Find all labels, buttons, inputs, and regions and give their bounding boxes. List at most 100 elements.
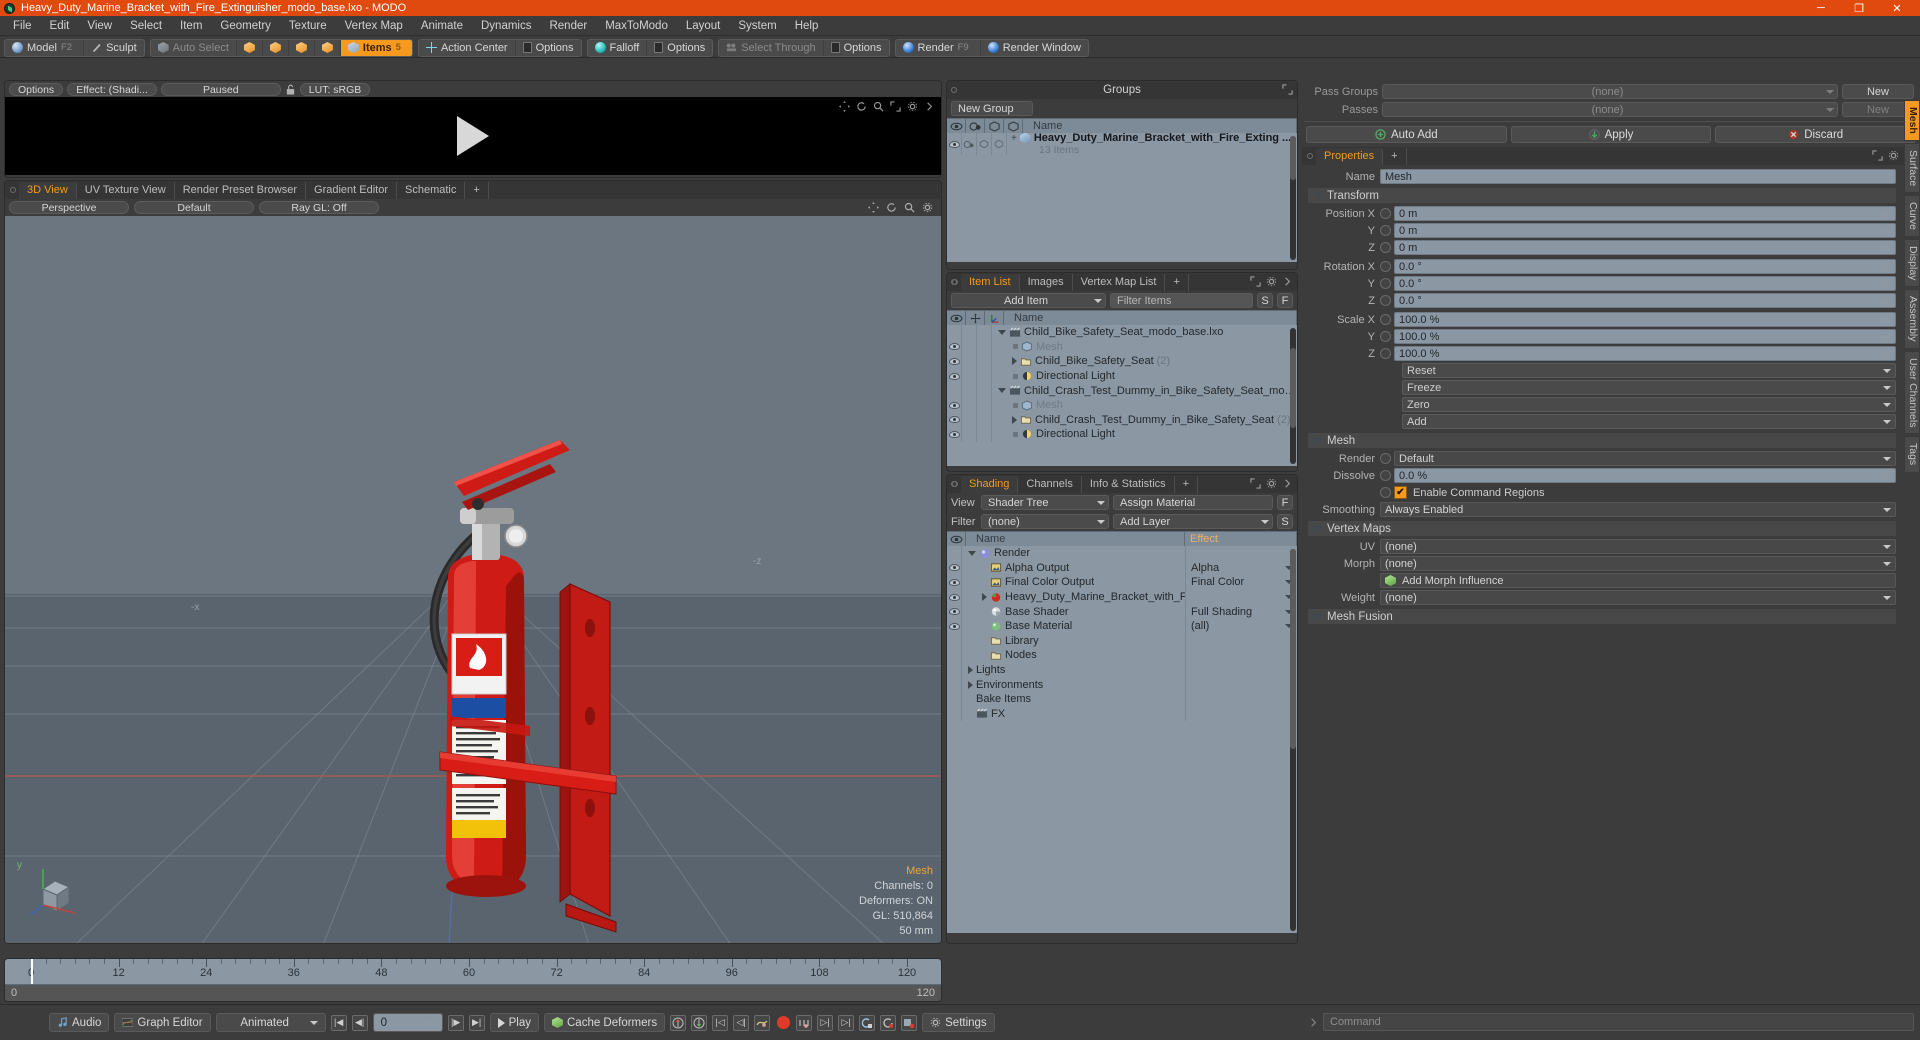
shading-row-effect[interactable]: Final Color	[1185, 575, 1297, 590]
shading-tree-row[interactable]: Render	[947, 546, 1297, 561]
shading-row-effect[interactable]: Alpha	[1185, 560, 1297, 576]
enable-command-regions-checkbox[interactable]: ✔	[1394, 486, 1407, 499]
tab-info-statistics[interactable]: Info & Statistics	[1082, 476, 1175, 493]
action-center-options-button[interactable]: Options	[516, 40, 581, 56]
item-transform-toggle[interactable]	[977, 354, 992, 369]
shading-visibility-toggle[interactable]	[947, 604, 962, 619]
tab-properties[interactable]: Properties	[1316, 148, 1384, 165]
chevron-right-icon[interactable]	[982, 593, 987, 602]
scale-x-knob[interactable]	[1380, 314, 1391, 325]
chevron-down-icon[interactable]	[968, 550, 976, 556]
menu-item-texture[interactable]: Texture	[280, 16, 336, 36]
menu-item-layout[interactable]: Layout	[677, 16, 730, 36]
shading-scrollbar[interactable]	[1290, 549, 1296, 931]
gear-icon[interactable]	[1266, 276, 1277, 287]
transform-action-add[interactable]: Add	[1402, 414, 1896, 429]
panel-menu-dot-icon[interactable]	[1307, 153, 1313, 159]
preview-play-icon[interactable]	[457, 116, 489, 156]
vertical-tab-surface[interactable]: Surface	[1904, 142, 1920, 194]
item-visibility-toggle[interactable]	[947, 339, 962, 355]
shading-tree-row[interactable]: Base Shader Full Shading	[947, 604, 1297, 619]
add-item-button[interactable]: Add Item	[951, 293, 1106, 308]
tab-schematic[interactable]: Schematic	[397, 182, 466, 199]
morph-select[interactable]: (none)	[1380, 556, 1896, 571]
mesh-section-header[interactable]: Mesh	[1308, 433, 1896, 448]
transform-action-freeze[interactable]: Freeze	[1402, 380, 1896, 395]
stepper-icon[interactable]: ◀▶	[1878, 260, 1892, 273]
menu-item-view[interactable]: View	[78, 16, 121, 36]
chevron-right-icon[interactable]	[968, 666, 973, 675]
apply-button[interactable]: Apply	[1510, 126, 1712, 143]
chevron-right-icon[interactable]	[924, 101, 935, 112]
group-row[interactable]: + Heavy_Duty_Marine_Bracket_with_Fire_Ex…	[947, 133, 1297, 156]
delete-key-button[interactable]	[901, 1014, 918, 1031]
item-visibility-toggle[interactable]	[947, 412, 962, 428]
preview-lut-button[interactable]: LUT: sRGB	[299, 82, 371, 96]
next-key-button[interactable]: |▶	[447, 1014, 464, 1031]
shading-tree-row[interactable]: FX	[947, 706, 1297, 722]
expand-panel-icon[interactable]	[1250, 478, 1261, 489]
timeline-ruler[interactable]: 01224364860728496108120	[5, 959, 941, 985]
viewport-axis-gizmo[interactable]	[29, 865, 81, 917]
prev-keyframe-2-button[interactable]: ◁|	[733, 1014, 750, 1031]
item-visibility-toggle[interactable]	[947, 397, 962, 413]
groups-list-body[interactable]: + Heavy_Duty_Marine_Bracket_with_Fire_Ex…	[947, 133, 1297, 262]
uv-select[interactable]: (none)	[1380, 539, 1896, 554]
mesh-fusion-section-header[interactable]: Mesh Fusion	[1308, 609, 1896, 624]
shading-tree-row[interactable]: Base Material (all)	[947, 618, 1297, 634]
group-expander[interactable]: +	[1011, 133, 1017, 144]
rotate-icon[interactable]	[856, 101, 867, 112]
vertical-tab-tags[interactable]: Tags	[1904, 436, 1920, 473]
render-window-button[interactable]: Render Window	[981, 40, 1088, 56]
menu-item-animate[interactable]: Animate	[412, 16, 472, 36]
chevron-right-icon[interactable]	[1282, 478, 1293, 489]
audio-button[interactable]: Audio	[49, 1013, 110, 1032]
group-row-render-toggle[interactable]	[977, 133, 992, 155]
expand-panel-icon[interactable]	[1250, 276, 1261, 287]
item-transform-toggle[interactable]	[977, 339, 992, 355]
preview-options-button[interactable]: Options	[9, 82, 64, 96]
menu-item-maxtomodo[interactable]: MaxToModo	[596, 16, 677, 36]
viewport-projection-button[interactable]: Perspective	[9, 201, 129, 214]
chevron-right-icon[interactable]	[1012, 415, 1017, 424]
enable-cmd-knob[interactable]	[1380, 487, 1391, 498]
chevron-down-icon[interactable]	[998, 388, 1006, 394]
item-lock-toggle[interactable]	[962, 383, 977, 398]
pass-groups-new-button[interactable]: New	[1842, 84, 1914, 99]
dissolve-field[interactable]: 0.0 % ◀▶	[1394, 468, 1896, 483]
settings-button[interactable]: Settings	[922, 1013, 995, 1032]
item-visibility-toggle[interactable]	[947, 325, 962, 340]
viewport-shading-style-button[interactable]: Default	[134, 201, 254, 214]
item-lock-toggle[interactable]	[962, 412, 977, 428]
item-list-body[interactable]: Child_Bike_Safety_Seat_modo_base.lxo Mesh…	[947, 325, 1297, 466]
shading-visibility-toggle[interactable]	[947, 546, 962, 561]
vertical-tab-assembly[interactable]: Assembly	[1904, 289, 1920, 349]
unlock-icon[interactable]	[285, 84, 296, 95]
item-list-row[interactable]: Mesh	[947, 397, 1297, 413]
shading-tree-row[interactable]: Bake Items	[947, 691, 1297, 707]
item-transform-toggle[interactable]	[977, 368, 992, 384]
panel-menu-dot-icon[interactable]	[952, 279, 958, 285]
curve-key-button[interactable]	[754, 1014, 771, 1031]
timeline-range-bar[interactable]: 0 120	[5, 985, 941, 1001]
position-y-field[interactable]: 0 m ◀▶	[1394, 223, 1896, 238]
item-col-lock[interactable]	[966, 311, 985, 325]
gear-icon[interactable]	[1266, 478, 1277, 489]
shading-visibility-toggle[interactable]	[947, 677, 962, 692]
pass-groups-select[interactable]: (none)	[1382, 84, 1838, 99]
menu-item-select[interactable]: Select	[121, 16, 171, 36]
prev-keyframe-button[interactable]: |◁	[712, 1014, 729, 1031]
groups-col-render[interactable]	[985, 119, 1004, 133]
falloff-button[interactable]: Falloff	[588, 39, 648, 56]
stepper-icon[interactable]: ◀▶	[1878, 313, 1892, 326]
tab-add[interactable]: +	[1175, 476, 1199, 493]
tab-shading[interactable]: Shading	[961, 476, 1019, 493]
transform-action-zero[interactable]: Zero	[1402, 397, 1896, 412]
vertical-tab-curve[interactable]: Curve	[1904, 195, 1920, 238]
item-list-row[interactable]: Directional Light	[947, 368, 1297, 384]
shading-visibility-toggle[interactable]	[947, 618, 962, 634]
tab-3d-view[interactable]: 3D View	[19, 182, 77, 199]
next-frame-button[interactable]: ▷|	[817, 1014, 834, 1031]
position-z-knob[interactable]	[1380, 242, 1391, 253]
item-list-row[interactable]: Mesh	[947, 339, 1297, 355]
